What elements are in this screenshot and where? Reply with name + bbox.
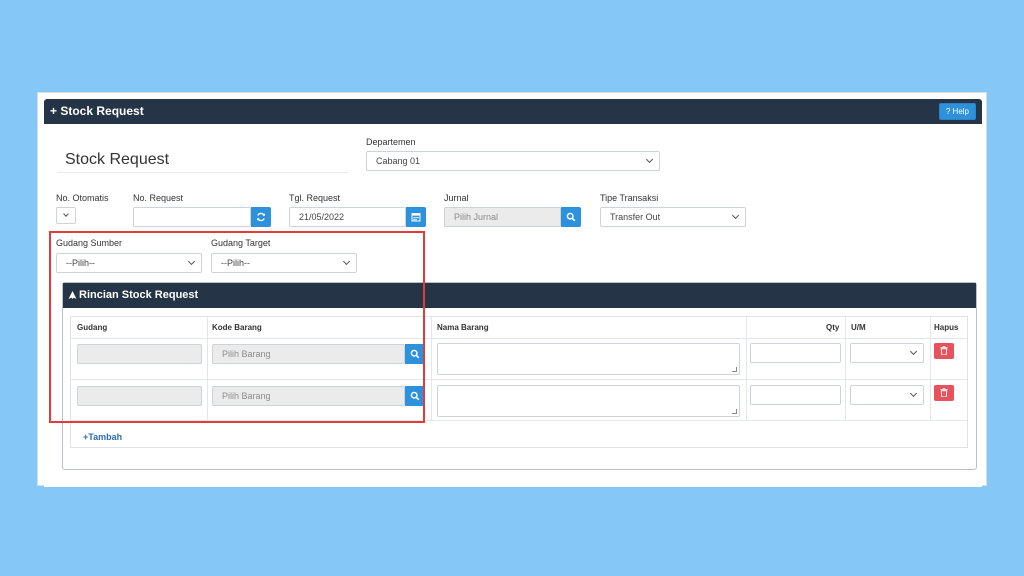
calendar-icon [411, 213, 421, 222]
panel-title: + Stock Request [50, 104, 144, 118]
search-icon [410, 391, 420, 401]
row1-kode-barang-placeholder: Pilih Barang [222, 349, 271, 359]
col-gudang: Gudang [77, 323, 108, 332]
row2-delete-button[interactable] [934, 385, 954, 401]
jurnal-label: Jurnal [444, 193, 469, 203]
header-divider [71, 338, 967, 339]
refresh-icon [257, 212, 265, 222]
gudang-target-select[interactable]: --Pilih-- [211, 253, 357, 273]
row2-gudang-input[interactable] [77, 386, 202, 406]
panel-header: + Stock Request ? Help [44, 99, 982, 124]
gudang-target-value: --Pilih-- [221, 258, 250, 268]
chevron-down-icon [187, 257, 196, 266]
help-button[interactable]: ? Help [938, 103, 976, 120]
page-title: Stock Request [65, 151, 170, 168]
app-frame: + Stock Request ? Help Stock Request Dep… [37, 92, 987, 487]
column-divider [207, 317, 208, 420]
rincian-header: Rincian Stock Request [63, 283, 976, 308]
col-qty: Qty [826, 323, 840, 332]
col-kode-barang: Kode Barang [212, 323, 262, 332]
no-otomatis-select[interactable] [56, 207, 76, 224]
row1-gudang-input[interactable] [77, 344, 202, 364]
rincian-section: Rincian Stock Request Gudang Kode Barang… [62, 282, 977, 470]
trash-icon [940, 388, 948, 397]
gudang-sumber-label: Gudang Sumber [56, 238, 123, 248]
jurnal-search-button[interactable] [561, 207, 581, 227]
tipe-transaksi-label: Tipe Transaksi [600, 193, 659, 203]
search-icon [566, 212, 576, 222]
stock-request-panel: + Stock Request ? Help Stock Request Dep… [44, 99, 982, 487]
row-divider [71, 420, 967, 421]
rincian-title-text: Rincian Stock Request [79, 289, 199, 301]
refresh-button[interactable] [251, 207, 271, 227]
gudang-sumber-value: --Pilih-- [66, 258, 95, 268]
gudang-target-label: Gudang Target [211, 238, 271, 248]
departemen-select[interactable]: Cabang 01 [366, 151, 660, 171]
column-divider [845, 317, 846, 420]
rocket-icon [68, 291, 77, 299]
no-request-label: No. Request [133, 193, 184, 203]
row1-um-select[interactable] [850, 343, 924, 363]
no-otomatis-label: No. Otomatis [56, 193, 109, 203]
row2-kode-barang-input[interactable]: Pilih Barang [212, 386, 405, 406]
tgl-request-input[interactable]: 21/05/2022 [289, 207, 406, 227]
row1-qty-input[interactable] [750, 343, 841, 363]
tipe-transaksi-value: Transfer Out [610, 212, 661, 222]
chevron-down-icon [731, 211, 740, 220]
calendar-button[interactable] [406, 207, 426, 227]
rincian-table: Gudang Kode Barang Nama Barang Qty U/M H… [70, 316, 968, 448]
tgl-request-label: Tgl. Request [289, 193, 341, 203]
tgl-request-value: 21/05/2022 [299, 212, 345, 222]
row2-qty-input[interactable] [750, 385, 841, 405]
col-nama-barang: Nama Barang [437, 323, 489, 332]
row2-um-select[interactable] [850, 385, 924, 405]
chevron-down-icon [909, 389, 918, 398]
row2-barang-search-button[interactable] [405, 386, 425, 406]
column-divider [930, 317, 931, 420]
row1-delete-button[interactable] [934, 343, 954, 359]
title-underline [58, 172, 348, 173]
jurnal-placeholder: Pilih Jurnal [454, 212, 499, 222]
chevron-down-icon [645, 155, 654, 164]
row1-barang-search-button[interactable] [405, 344, 425, 364]
rincian-title: Rincian Stock Request [68, 289, 198, 301]
column-divider [431, 317, 432, 420]
row1-nama-barang-textarea[interactable] [437, 343, 740, 375]
departemen-value: Cabang 01 [376, 156, 421, 166]
chevron-down-icon [909, 347, 918, 356]
tipe-transaksi-select[interactable]: Transfer Out [600, 207, 746, 227]
chevron-down-icon [342, 257, 351, 266]
search-icon [410, 349, 420, 359]
row-divider [71, 379, 967, 380]
column-divider [746, 317, 747, 420]
row2-nama-barang-textarea[interactable] [437, 385, 740, 417]
jurnal-input[interactable]: Pilih Jurnal [444, 207, 561, 227]
resize-handle-icon[interactable] [732, 367, 737, 372]
no-request-input[interactable] [133, 207, 251, 227]
col-hapus: Hapus [934, 323, 959, 332]
departemen-label: Departemen [366, 137, 416, 147]
row2-kode-barang-placeholder: Pilih Barang [222, 391, 271, 401]
gudang-sumber-select[interactable]: --Pilih-- [56, 253, 202, 273]
col-um: U/M [851, 323, 866, 332]
trash-icon [940, 346, 948, 355]
resize-handle-icon[interactable] [732, 409, 737, 414]
tambah-link[interactable]: +Tambah [83, 432, 122, 442]
chevron-down-icon [63, 211, 69, 217]
row1-kode-barang-input[interactable]: Pilih Barang [212, 344, 405, 364]
